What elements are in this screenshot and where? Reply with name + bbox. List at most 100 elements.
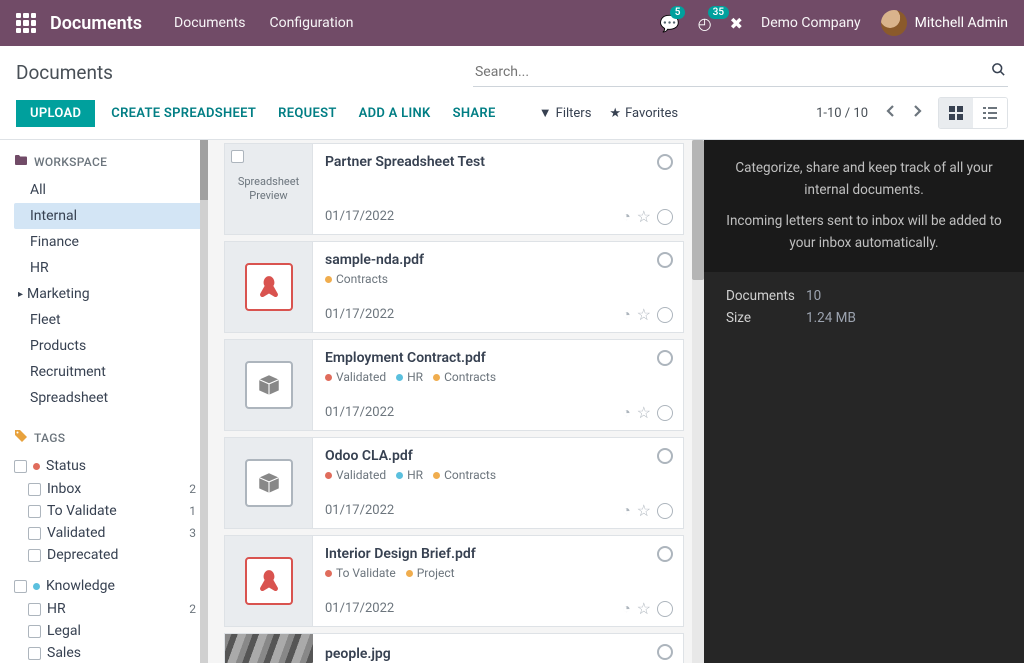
- tag-item[interactable]: Validated3: [14, 522, 204, 544]
- dot-icon: [406, 570, 413, 577]
- workspace-item[interactable]: All: [14, 177, 204, 203]
- workspace-item[interactable]: Recruitment: [14, 359, 204, 385]
- tag-item[interactable]: HR2: [14, 598, 204, 620]
- checkbox-icon[interactable]: [28, 527, 41, 540]
- document-card[interactable]: SpreadsheetPreviewPartner Spreadsheet Te…: [224, 143, 684, 235]
- favorite-star[interactable]: ☆: [637, 207, 651, 226]
- select-radio[interactable]: [657, 448, 673, 464]
- tag-row: To ValidateProject: [325, 566, 671, 580]
- activity-icon[interactable]: [657, 307, 673, 323]
- favorite-star[interactable]: ☆: [637, 599, 651, 618]
- create-spreadsheet-button[interactable]: CREATE SPREADSHEET: [111, 106, 256, 121]
- clock-icon[interactable]: ◔: [622, 208, 630, 225]
- share-button[interactable]: SHARE: [453, 106, 496, 121]
- workspace-item[interactable]: Products: [14, 333, 204, 359]
- tag-group-head[interactable]: Knowledge: [14, 574, 204, 598]
- activity-icon[interactable]: [657, 503, 673, 519]
- info-text-2: Incoming letters sent to inbox will be a…: [726, 211, 1002, 254]
- workspace-item[interactable]: Spreadsheet: [14, 385, 204, 411]
- favorite-star[interactable]: ☆: [637, 305, 651, 324]
- workspace-label: Fleet: [30, 312, 61, 328]
- thumbnail[interactable]: [225, 536, 313, 626]
- nav-documents[interactable]: Documents: [174, 15, 245, 31]
- select-radio[interactable]: [657, 154, 673, 170]
- activity-icon[interactable]: [657, 601, 673, 617]
- pager-next[interactable]: [904, 100, 930, 126]
- dot-icon: [33, 463, 40, 470]
- checkbox-icon[interactable]: [28, 603, 41, 616]
- workspace-label: Recruitment: [30, 364, 106, 380]
- box-icon: [245, 459, 293, 507]
- checkbox-icon[interactable]: [28, 505, 41, 518]
- document-card[interactable]: Odoo CLA.pdfValidatedHRContracts01/17/20…: [224, 437, 684, 529]
- select-radio[interactable]: [657, 350, 673, 366]
- apps-icon[interactable]: [16, 13, 36, 33]
- tag-group-head[interactable]: Status: [14, 454, 204, 478]
- activity-icon[interactable]: [657, 209, 673, 225]
- document-scrollbar[interactable]: [692, 140, 704, 663]
- checkbox-icon[interactable]: [14, 580, 27, 593]
- debug-icon[interactable]: ✖: [730, 14, 743, 33]
- tag-item[interactable]: Sales: [14, 642, 204, 663]
- document-title: Odoo CLA.pdf: [325, 448, 671, 464]
- pdf-icon: [245, 557, 293, 605]
- workspace-item[interactable]: Fleet: [14, 307, 204, 333]
- sidebar-scrollbar[interactable]: [200, 140, 208, 663]
- select-radio[interactable]: [657, 252, 673, 268]
- kanban-view-button[interactable]: [939, 98, 973, 128]
- tag-pill: Validated: [325, 468, 386, 482]
- favorites-menu[interactable]: ★ Favorites: [609, 106, 678, 121]
- workspace-item[interactable]: Finance: [14, 229, 204, 255]
- document-date: 01/17/2022: [325, 307, 671, 322]
- workspace-item[interactable]: ▸Marketing: [14, 281, 204, 307]
- thumbnail[interactable]: [225, 242, 313, 332]
- card-body: Partner Spreadsheet Test01/17/2022◔☆: [313, 144, 683, 234]
- pager[interactable]: 1-10 / 10: [816, 106, 868, 121]
- thumbnail[interactable]: [225, 438, 313, 528]
- search-input[interactable]: [473, 58, 1008, 87]
- workspace-item[interactable]: HR: [14, 255, 204, 281]
- messaging-icon[interactable]: 💬 5: [660, 14, 680, 33]
- filters-menu[interactable]: ▼ Filters: [539, 105, 592, 121]
- tag-item[interactable]: Legal: [14, 620, 204, 642]
- clock-icon[interactable]: ◔: [622, 502, 630, 519]
- document-card[interactable]: Interior Design Brief.pdfTo ValidateProj…: [224, 535, 684, 627]
- search-icon[interactable]: [991, 62, 1006, 81]
- select-radio[interactable]: [657, 546, 673, 562]
- thumbnail[interactable]: SpreadsheetPreview: [225, 144, 313, 234]
- upload-button[interactable]: UPLOAD: [16, 100, 95, 127]
- clock-icon[interactable]: ◔: [622, 404, 630, 421]
- favorite-star[interactable]: ☆: [637, 403, 651, 422]
- select-checkbox[interactable]: [231, 150, 244, 163]
- tag-icon: [14, 429, 28, 446]
- checkbox-icon[interactable]: [28, 483, 41, 496]
- company-switcher[interactable]: Demo Company: [761, 15, 861, 31]
- request-button[interactable]: REQUEST: [278, 106, 336, 121]
- card-actions: ◔☆: [622, 501, 673, 520]
- thumbnail[interactable]: [225, 340, 313, 430]
- activities-icon[interactable]: ◴ 35: [698, 14, 712, 33]
- info-text-1: Categorize, share and keep track of all …: [726, 158, 1002, 201]
- tag-item[interactable]: Inbox2: [14, 478, 204, 500]
- user-menu[interactable]: Mitchell Admin: [881, 10, 1008, 36]
- list-view-button[interactable]: [973, 98, 1007, 128]
- clock-icon[interactable]: ◔: [622, 600, 630, 617]
- document-card[interactable]: sample-nda.pdfContracts01/17/2022◔☆: [224, 241, 684, 333]
- checkbox-icon[interactable]: [28, 647, 41, 660]
- tags-heading: TAGS: [14, 429, 204, 446]
- activity-icon[interactable]: [657, 405, 673, 421]
- nav-configuration[interactable]: Configuration: [270, 15, 354, 31]
- checkbox-icon[interactable]: [28, 549, 41, 562]
- tag-item[interactable]: To Validate1: [14, 500, 204, 522]
- workspace-label: HR: [30, 260, 49, 276]
- checkbox-icon[interactable]: [14, 460, 27, 473]
- pager-prev[interactable]: [878, 100, 904, 126]
- clock-icon[interactable]: ◔: [622, 306, 630, 323]
- workspace-item[interactable]: Internal: [14, 203, 204, 229]
- document-card[interactable]: Employment Contract.pdfValidatedHRContra…: [224, 339, 684, 431]
- checkbox-icon[interactable]: [28, 625, 41, 638]
- select-radio[interactable]: [657, 644, 673, 660]
- add-link-button[interactable]: ADD A LINK: [359, 106, 431, 121]
- favorite-star[interactable]: ☆: [637, 501, 651, 520]
- tag-item[interactable]: Deprecated: [14, 544, 204, 566]
